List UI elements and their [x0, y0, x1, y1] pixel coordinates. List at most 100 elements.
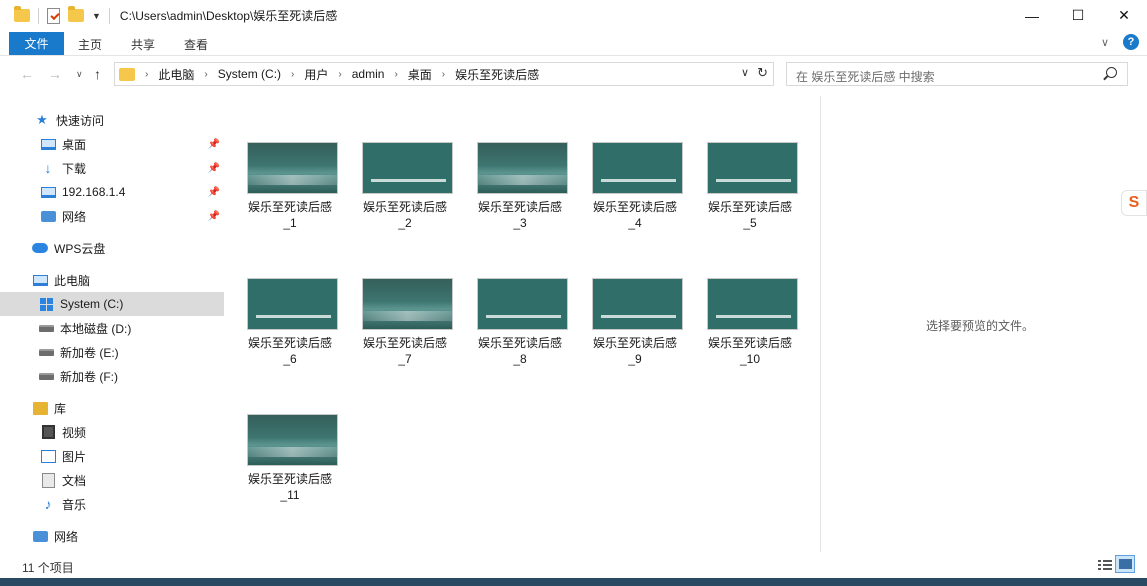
- tab-view[interactable]: 查看: [184, 36, 208, 53]
- file-thumbnail: [707, 278, 798, 330]
- breadcrumb-separator-icon[interactable]: ›: [394, 69, 397, 80]
- sidebar-item-label: 快速访问: [56, 113, 105, 128]
- sidebar-item-documents[interactable]: 文档: [0, 468, 224, 492]
- pin-icon[interactable]: 📌: [208, 163, 220, 174]
- breadcrumb-users[interactable]: 用户: [304, 66, 328, 83]
- sidebar-item-label: 网络: [54, 529, 79, 544]
- customize-toolbar-chevron-icon[interactable]: ▼: [92, 11, 101, 21]
- new-folder-icon[interactable]: [68, 6, 84, 22]
- file-thumbnail: [247, 142, 338, 194]
- sidebar-item-label: WPS云盘: [54, 241, 106, 256]
- breadcrumb-separator-icon[interactable]: ›: [145, 69, 148, 80]
- refresh-icon[interactable]: ↻: [757, 65, 768, 81]
- pin-icon[interactable]: 📌: [208, 139, 220, 150]
- breadcrumb-desktop[interactable]: 桌面: [408, 66, 432, 83]
- search-placeholder: 在 娱乐至死读后感 中搜索: [796, 70, 935, 84]
- sidebar-item-label: 视频: [62, 425, 87, 440]
- sidebar-item-label: 图片: [62, 449, 87, 464]
- pin-icon[interactable]: 📌: [208, 211, 220, 222]
- cloud-icon: [32, 241, 48, 255]
- sidebar-item-volume-f[interactable]: 新加卷 (F:): [0, 364, 224, 388]
- breadcrumb-this-pc[interactable]: 此电脑: [158, 66, 194, 83]
- expand-ribbon-chevron-icon[interactable]: ∨: [1101, 36, 1109, 49]
- input-method-icon[interactable]: S: [1121, 190, 1147, 216]
- back-arrow-icon[interactable]: ←: [20, 66, 34, 82]
- tab-share[interactable]: 共享: [131, 36, 155, 53]
- sidebar-item-desktop[interactable]: 桌面 📌: [0, 132, 224, 156]
- details-view-icon[interactable]: [1094, 555, 1114, 573]
- sidebar-item-pictures[interactable]: 图片: [0, 444, 224, 468]
- close-button[interactable]: ✕: [1101, 0, 1147, 31]
- file-thumbnail: [362, 142, 453, 194]
- file-thumbnail: [592, 278, 683, 330]
- file-name: 娱乐至死读后感 _8: [477, 336, 562, 366]
- documents-icon: [40, 472, 56, 488]
- sidebar-item-label: 新加卷 (E:): [60, 345, 119, 360]
- pin-icon[interactable]: 📌: [208, 187, 220, 198]
- properties-icon[interactable]: [47, 7, 60, 24]
- file-thumbnail: [362, 278, 453, 330]
- sidebar-item-music[interactable]: ♪ 音乐: [0, 492, 224, 516]
- sidebar-item-label: 文档: [62, 473, 87, 488]
- large-icons-view-icon[interactable]: [1115, 555, 1135, 573]
- ribbon-tabs: 文件 主页 共享 查看 ∨ ?: [0, 31, 1147, 56]
- star-icon: ★: [36, 112, 48, 127]
- pictures-icon: [40, 449, 56, 463]
- file-name: 娱乐至死读后感 _7: [362, 336, 447, 366]
- sidebar-item-this-pc[interactable]: 此电脑: [0, 268, 224, 292]
- minimize-button[interactable]: —: [1009, 0, 1055, 31]
- sidebar-item-network[interactable]: 网络: [0, 524, 224, 548]
- window-title: C:\Users\admin\Desktop\娱乐至死读后感: [119, 9, 338, 23]
- preview-empty-message: 选择要预览的文件。: [926, 319, 1035, 333]
- sidebar-item-network-pinned[interactable]: 网络 📌: [0, 204, 224, 228]
- file-name: 娱乐至死读后感 _10: [707, 336, 792, 366]
- file-name: 娱乐至死读后感 _5: [707, 200, 792, 230]
- file-name: 娱乐至死读后感 _3: [477, 200, 562, 230]
- sidebar-item-network-drive[interactable]: 192.168.1.4 📌: [0, 180, 224, 204]
- tab-file[interactable]: 文件: [9, 32, 64, 55]
- maximize-button[interactable]: ☐: [1055, 0, 1101, 31]
- sidebar-item-downloads[interactable]: ↓ 下载 📌: [0, 156, 224, 180]
- address-bar[interactable]: › 此电脑 › System (C:) › 用户 › admin › 桌面 › …: [114, 62, 774, 86]
- breadcrumb-separator-icon[interactable]: ›: [338, 69, 341, 80]
- search-input[interactable]: 在 娱乐至死读后感 中搜索: [786, 62, 1128, 86]
- sidebar-item-label: 192.168.1.4: [62, 185, 126, 199]
- file-name: 娱乐至死读后感 _11: [247, 472, 332, 502]
- drive-icon: [38, 321, 54, 335]
- system-drive-icon: [38, 297, 54, 311]
- sidebar-item-local-d[interactable]: 本地磁盘 (D:): [0, 316, 224, 340]
- search-icon[interactable]: [1106, 67, 1117, 78]
- file-thumbnail: [592, 142, 683, 194]
- folder-icon: [119, 67, 135, 81]
- file-name: 娱乐至死读后感 _9: [592, 336, 677, 366]
- help-icon[interactable]: ?: [1123, 34, 1139, 50]
- title-bar: ▼ C:\Users\admin\Desktop\娱乐至死读后感 — ☐ ✕: [0, 0, 1147, 31]
- recent-locations-chevron-icon[interactable]: ∨: [76, 69, 83, 80]
- address-history-chevron-icon[interactable]: ∨: [741, 66, 749, 79]
- breadcrumb-separator-icon[interactable]: ›: [291, 69, 294, 80]
- breadcrumb-system-c[interactable]: System (C:): [218, 67, 281, 81]
- breadcrumb-separator-icon[interactable]: ›: [204, 69, 207, 80]
- forward-arrow-icon[interactable]: →: [48, 66, 62, 82]
- drive-icon: [38, 345, 54, 359]
- file-name: 娱乐至死读后感 _4: [592, 200, 677, 230]
- sidebar-item-label: System (C:): [60, 297, 124, 311]
- sidebar-item-system-c[interactable]: System (C:): [0, 292, 224, 316]
- sidebar-item-videos[interactable]: 视频: [0, 420, 224, 444]
- sidebar-item-quick-access[interactable]: ★ 快速访问: [0, 108, 224, 132]
- breadcrumb-current-folder[interactable]: 娱乐至死读后感: [455, 66, 539, 83]
- library-icon: [32, 401, 48, 415]
- breadcrumb-separator-icon[interactable]: ›: [442, 69, 445, 80]
- file-name: 娱乐至死读后感 _6: [247, 336, 332, 366]
- sidebar-item-volume-e[interactable]: 新加卷 (E:): [0, 340, 224, 364]
- up-arrow-icon[interactable]: ↑: [94, 66, 101, 82]
- music-icon: ♪: [44, 496, 52, 512]
- toolbar-divider: [108, 7, 110, 24]
- sidebar-item-libraries[interactable]: 库: [0, 396, 224, 420]
- sidebar-item-wps-cloud[interactable]: WPS云盘: [0, 236, 224, 260]
- network-drive-icon: [40, 185, 56, 199]
- preview-pane-divider[interactable]: [820, 96, 821, 552]
- video-icon: [40, 425, 56, 439]
- breadcrumb-admin[interactable]: admin: [352, 67, 385, 81]
- tab-home[interactable]: 主页: [78, 36, 102, 53]
